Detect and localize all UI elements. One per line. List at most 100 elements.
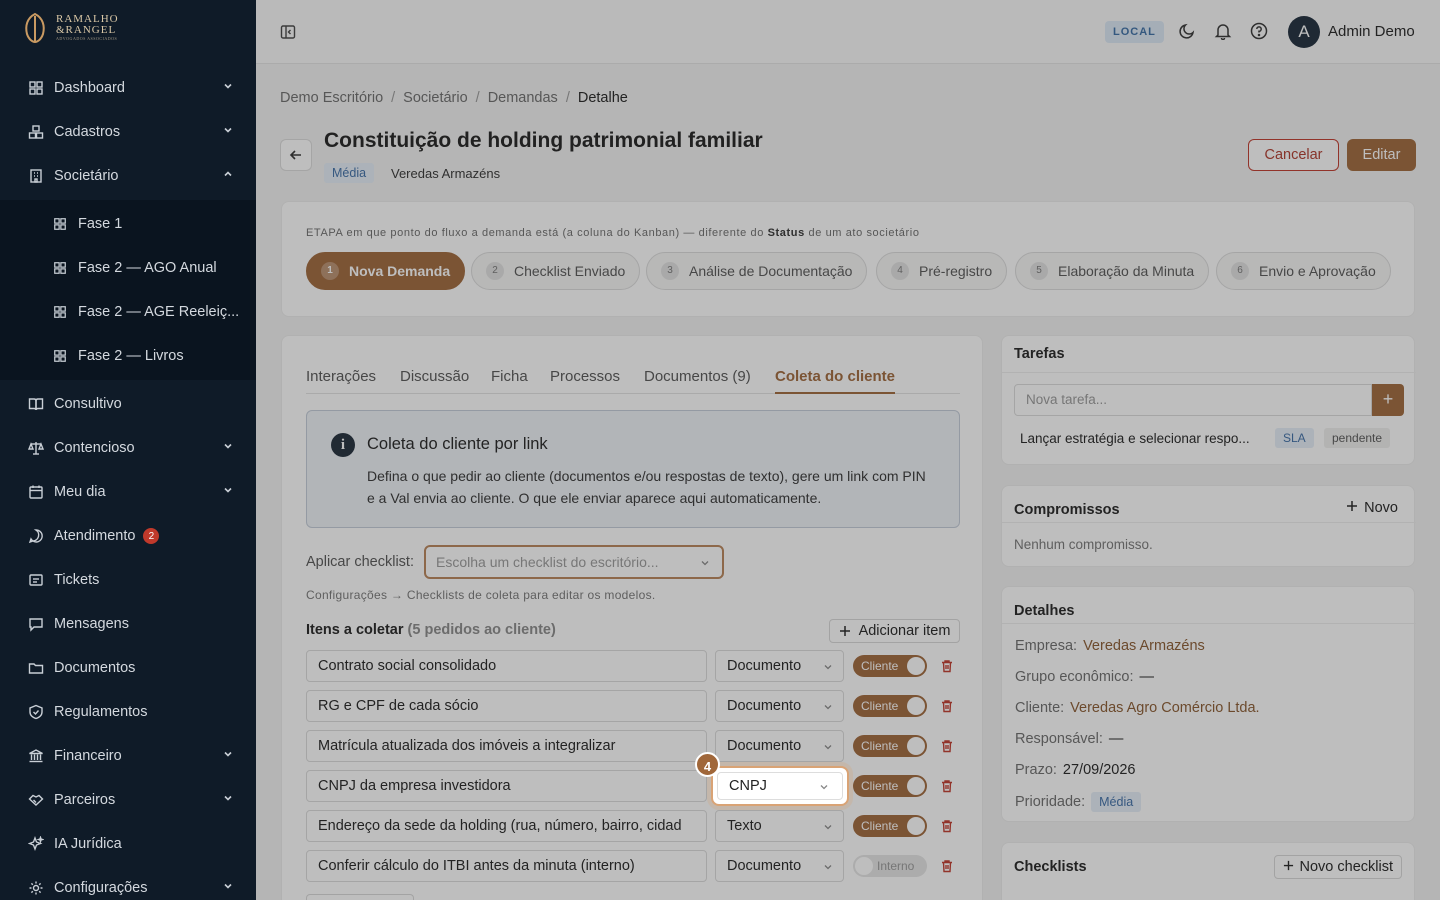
sidebar-item-mensagens[interactable]: Mensagens xyxy=(0,602,256,646)
sidebar-item-fase-2-age[interactable]: Fase 2 — AGE Reeleiç... xyxy=(0,290,256,334)
add-item-button[interactable]: Adicionar item xyxy=(829,619,960,643)
item-text-input[interactable]: Conferir cálculo do ITBI antes da minuta… xyxy=(306,850,707,882)
stage-pill-pre-registro[interactable]: 4 Pré-registro xyxy=(876,252,1008,290)
logo-text: RAMALHO &RANGEL ADVOGADOS ASSOCIADOS xyxy=(56,13,119,42)
empresa-link[interactable]: Veredas Armazéns xyxy=(1083,638,1205,654)
sidebar-item-parceiros[interactable]: Parceiros xyxy=(0,778,256,822)
highlighted-type-select[interactable]: CNPJ xyxy=(711,766,849,806)
item-type-select[interactable]: Documento xyxy=(715,650,844,682)
checklists-card: Checklists Novo checklist xyxy=(1001,842,1415,900)
trash-icon[interactable] xyxy=(940,779,954,793)
new-task-input[interactable]: Nova tarefa... xyxy=(1014,384,1372,416)
tab-interacoes[interactable]: Interações xyxy=(306,368,376,385)
sidebar-item-documentos[interactable]: Documentos xyxy=(0,646,256,690)
stage-pill-analise[interactable]: 3 Análise de Documentação xyxy=(646,252,868,290)
sidebar-item-label: Parceiros xyxy=(54,792,116,808)
sidebar-item-consultivo[interactable]: Consultivo xyxy=(0,382,256,426)
sidebar-item-dashboard[interactable]: Dashboard xyxy=(0,66,256,110)
task-item[interactable]: Lançar estratégia e selecionar respo... xyxy=(1020,431,1250,446)
config-hint: Configurações → Checklists de coleta par… xyxy=(306,588,656,602)
sidebar-item-label: Fase 2 — Livros xyxy=(78,348,184,364)
logo[interactable]: RAMALHO &RANGEL ADVOGADOS ASSOCIADOS xyxy=(22,12,119,44)
audience-toggle[interactable]: Cliente xyxy=(853,775,927,797)
edit-button[interactable]: Editar xyxy=(1347,139,1416,171)
sidebar-item-label: Documentos xyxy=(54,660,136,676)
audience-toggle[interactable]: Cliente xyxy=(853,815,927,837)
item-text-input[interactable]: Contrato social consolidado xyxy=(306,650,707,682)
sidebar-item-ia-juridica[interactable]: IA Jurídica xyxy=(0,822,256,866)
arrow-left-icon xyxy=(289,150,301,160)
apply-checklist-placeholder: Escolha um checklist do escritório... xyxy=(436,554,659,570)
sidebar-item-configuracoes[interactable]: Configurações xyxy=(0,866,256,900)
breadcrumb-link[interactable]: Demandas xyxy=(488,90,558,106)
novo-checklist-button[interactable]: Novo checklist xyxy=(1273,855,1402,879)
sidebar-item-societario[interactable]: Societário xyxy=(0,154,256,198)
item-text-input[interactable]: Matrícula atualizada dos imóveis a integ… xyxy=(306,730,707,762)
audience-toggle[interactable]: Cliente xyxy=(853,735,927,757)
audience-toggle[interactable]: Interno xyxy=(853,855,927,877)
item-type-select[interactable]: Documento xyxy=(715,730,844,762)
item-text-input[interactable]: Endereço da sede da holding (rua, número… xyxy=(306,810,707,842)
sidebar-item-fase-2-ago[interactable]: Fase 2 — AGO Anual xyxy=(0,246,256,290)
priority-badge: Média xyxy=(324,163,375,183)
trash-icon[interactable] xyxy=(940,859,954,873)
help-circle-icon[interactable] xyxy=(1250,22,1268,40)
trash-icon[interactable] xyxy=(940,739,954,753)
sidebar-item-label: Consultivo xyxy=(54,396,122,412)
add-task-button[interactable]: + xyxy=(1372,384,1404,416)
item-type-select[interactable]: Documento xyxy=(715,690,844,722)
sidebar-item-label: IA Jurídica xyxy=(54,836,122,852)
sidebar-item-financeiro[interactable]: Financeiro xyxy=(0,734,256,778)
tab-ficha[interactable]: Ficha xyxy=(491,368,528,385)
more-button[interactable] xyxy=(306,894,414,900)
breadcrumb-link[interactable]: Demo Escritório xyxy=(280,90,383,106)
sidebar-toggle-icon[interactable] xyxy=(280,24,296,40)
breadcrumb: Demo Escritório / Societário / Demandas / Deta… xyxy=(280,90,628,106)
audience-toggle[interactable]: Cliente xyxy=(853,655,927,677)
item-type-select[interactable]: Documento xyxy=(715,850,844,882)
tab-processos[interactable]: Processos xyxy=(550,368,620,385)
sidebar-item-label: Financeiro xyxy=(54,748,122,764)
novo-compromisso-button[interactable]: Novo xyxy=(1346,500,1398,516)
apply-checklist-select[interactable]: Escolha um checklist do escritório... xyxy=(424,545,724,579)
bell-icon[interactable] xyxy=(1214,22,1232,40)
trash-icon[interactable] xyxy=(940,659,954,673)
compromissos-card: Compromissos Novo Nenhum compromisso. xyxy=(1001,485,1416,567)
sidebar-item-fase-2-livros[interactable]: Fase 2 — Livros xyxy=(0,334,256,378)
moon-icon[interactable] xyxy=(1178,22,1196,40)
breadcrumb-link[interactable]: Societário xyxy=(403,90,467,106)
stage-pill-elaboracao[interactable]: 5 Elaboração da Minuta xyxy=(1015,252,1210,290)
cancel-button[interactable]: Cancelar xyxy=(1248,139,1339,171)
item-text-input[interactable]: CNPJ da empresa investidora xyxy=(306,770,707,802)
scale-icon xyxy=(28,440,44,456)
sidebar-item-fase-1[interactable]: Fase 1 xyxy=(0,202,256,246)
sidebar-item-meu-dia[interactable]: Meu dia xyxy=(0,470,256,514)
items-heading: Itens a coletar (5 pedidos ao cliente) xyxy=(306,622,556,638)
stage-pill-envio[interactable]: 6 Envio e Aprovação xyxy=(1216,252,1391,290)
item-text-input[interactable]: RG e CPF de cada sócio xyxy=(306,690,707,722)
sidebar-item-contencioso[interactable]: Contencioso xyxy=(0,426,256,470)
tab-discussao[interactable]: Discussão xyxy=(400,368,469,385)
folder-icon xyxy=(28,660,44,676)
sidebar-item-regulamentos[interactable]: Regulamentos xyxy=(0,690,256,734)
cliente-link[interactable]: Veredas Agro Comércio Ltda. xyxy=(1070,700,1259,716)
user-name[interactable]: Admin Demo xyxy=(1328,23,1415,40)
sidebar-item-label: Fase 2 — AGO Anual xyxy=(78,260,217,276)
tab-coleta-do-cliente[interactable]: Coleta do cliente xyxy=(775,368,896,394)
sidebar-item-cadastros[interactable]: Cadastros xyxy=(0,110,256,154)
topbar: LOCAL A Admin Demo xyxy=(256,0,1440,64)
audience-toggle[interactable]: Cliente xyxy=(853,695,927,717)
back-button[interactable] xyxy=(280,139,312,171)
stage-pill-checklist-enviado[interactable]: 2 Checklist Enviado xyxy=(471,252,641,290)
tab-documentos[interactable]: Documentos (9) xyxy=(644,368,751,385)
trash-icon[interactable] xyxy=(940,819,954,833)
trash-icon[interactable] xyxy=(940,699,954,713)
sidebar-item-tickets[interactable]: Tickets xyxy=(0,558,256,602)
item-type-select[interactable]: Texto xyxy=(715,810,844,842)
stage-pill-nova-demanda[interactable]: 1 Nova Demanda xyxy=(306,252,466,290)
avatar[interactable]: A xyxy=(1288,16,1320,48)
chevron-down-icon xyxy=(224,883,232,889)
sidebar-item-atendimento[interactable]: Atendimento 2 xyxy=(0,514,256,558)
compromissos-title: Compromissos xyxy=(1014,502,1120,518)
boxes-icon xyxy=(28,124,44,140)
